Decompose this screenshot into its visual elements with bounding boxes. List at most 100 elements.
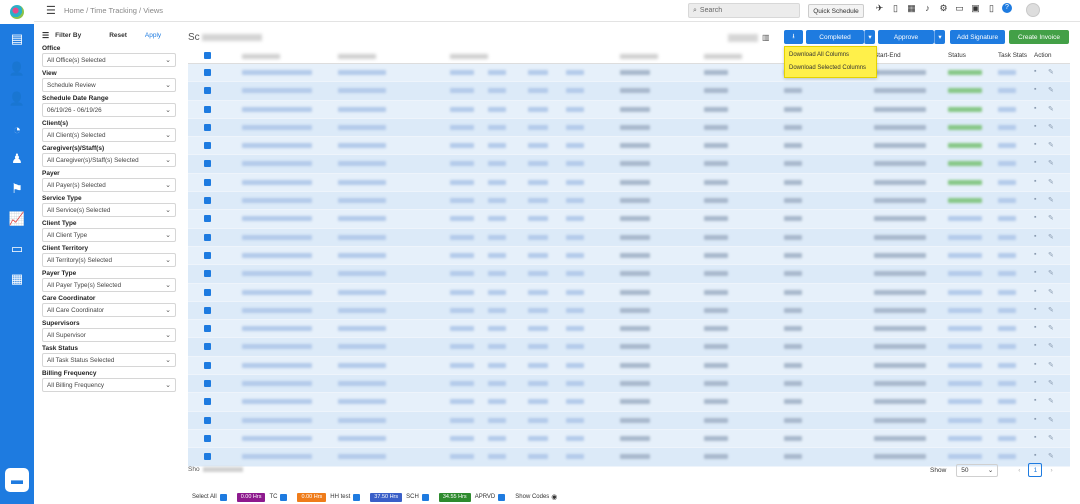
row-checkbox[interactable] bbox=[204, 416, 211, 424]
view-icon[interactable]: ▪ bbox=[1034, 324, 1036, 331]
billing-icon[interactable]: ▭ bbox=[0, 234, 34, 264]
edit-icon[interactable]: ✎ bbox=[1048, 416, 1054, 424]
view-icon[interactable]: ▪ bbox=[1034, 123, 1036, 130]
view-icon[interactable]: ▪ bbox=[1034, 361, 1036, 368]
table-row[interactable]: ▪ ✎ bbox=[188, 137, 1070, 156]
row-checkbox[interactable] bbox=[204, 178, 211, 186]
page-size-select[interactable]: 50 ⌄ bbox=[956, 463, 999, 477]
download-selected-columns-item[interactable]: Download Selected Columns bbox=[785, 62, 876, 75]
view-icon[interactable]: ▪ bbox=[1034, 397, 1036, 404]
view-icon[interactable]: ▪ bbox=[1034, 68, 1036, 75]
row-checkbox[interactable] bbox=[204, 361, 211, 369]
filter-select[interactable]: All Office(s) Selected ⌄ bbox=[42, 53, 176, 67]
columns-icon[interactable]: ▥ bbox=[762, 33, 770, 42]
table-row[interactable]: ▪ ✎ bbox=[188, 155, 1070, 174]
add-signature-button[interactable]: Add Signature bbox=[950, 30, 1005, 44]
completed-button[interactable]: Completed bbox=[806, 30, 864, 44]
rocket-icon[interactable]: ✈ bbox=[874, 3, 885, 14]
row-checkbox[interactable] bbox=[204, 233, 211, 241]
filter-select[interactable]: All Client Type ⌄ bbox=[42, 228, 176, 242]
row-checkbox[interactable] bbox=[204, 215, 211, 223]
time-tracking-icon[interactable]: ◔ bbox=[0, 114, 34, 144]
prev-page-icon[interactable]: ‹ bbox=[1018, 467, 1020, 474]
view-icon[interactable]: ▪ bbox=[1034, 105, 1036, 112]
caregiver-icon[interactable]: 👤 bbox=[0, 84, 34, 114]
show-codes-toggle[interactable]: Show Codes ◉ bbox=[515, 493, 557, 501]
header-start-end[interactable]: Start-End bbox=[874, 52, 901, 59]
view-icon[interactable]: ▪ bbox=[1034, 416, 1036, 423]
view-icon[interactable]: ▪ bbox=[1034, 288, 1036, 295]
view-icon[interactable]: ▪ bbox=[1034, 306, 1036, 313]
table-row[interactable]: ▪ ✎ bbox=[188, 356, 1070, 376]
edit-icon[interactable]: ✎ bbox=[1048, 233, 1054, 241]
messages-icon[interactable]: ▭ bbox=[954, 3, 965, 14]
view-icon[interactable]: ▪ bbox=[1034, 141, 1036, 148]
approve-dropdown-toggle[interactable]: ▾ bbox=[934, 30, 945, 44]
mobile-icon[interactable]: ▯ bbox=[986, 3, 997, 14]
edit-icon[interactable]: ✎ bbox=[1048, 306, 1054, 314]
row-checkbox[interactable] bbox=[204, 123, 211, 131]
client-icon[interactable]: 👤 bbox=[0, 54, 34, 84]
reset-button[interactable]: Reset bbox=[109, 32, 127, 39]
table-row[interactable]: ▪ ✎ bbox=[188, 338, 1070, 357]
row-checkbox[interactable] bbox=[204, 306, 211, 314]
view-icon[interactable]: ▪ bbox=[1034, 196, 1036, 203]
edit-icon[interactable]: ✎ bbox=[1048, 342, 1054, 350]
view-icon[interactable]: ▪ bbox=[1034, 379, 1036, 386]
edit-icon[interactable]: ✎ bbox=[1048, 251, 1054, 259]
bell-icon[interactable]: ♪ bbox=[922, 3, 933, 14]
reports-icon[interactable]: 📈 bbox=[0, 204, 34, 234]
approve-button[interactable]: Approve bbox=[878, 30, 934, 44]
table-row[interactable]: ▪ ✎ bbox=[188, 228, 1070, 247]
row-checkbox[interactable] bbox=[204, 69, 211, 76]
row-checkbox[interactable] bbox=[204, 288, 211, 296]
edit-icon[interactable]: ✎ bbox=[1048, 159, 1054, 167]
edit-icon[interactable]: ✎ bbox=[1048, 123, 1054, 131]
view-icon[interactable]: ▪ bbox=[1034, 86, 1036, 93]
avatar[interactable] bbox=[1026, 3, 1040, 17]
training-icon[interactable]: ⚑ bbox=[0, 174, 34, 204]
filter-select[interactable]: All Client(s) Selected ⌄ bbox=[42, 128, 176, 142]
gear-icon[interactable]: ⚙ bbox=[938, 3, 949, 14]
payroll-icon[interactable]: ▦ bbox=[0, 264, 34, 294]
row-checkbox[interactable] bbox=[204, 87, 211, 95]
select-all-checkbox[interactable] bbox=[219, 493, 227, 501]
document-icon[interactable]: ▯ bbox=[890, 3, 901, 14]
edit-icon[interactable]: ✎ bbox=[1048, 141, 1054, 149]
staff-icon[interactable]: ♟ bbox=[0, 144, 34, 174]
create-invoice-button[interactable]: Create Invoice bbox=[1009, 30, 1069, 44]
view-icon[interactable]: ▪ bbox=[1034, 434, 1036, 441]
apply-button[interactable]: Apply bbox=[145, 32, 161, 39]
legend-checkbox[interactable] bbox=[353, 493, 361, 501]
legend-checkbox[interactable] bbox=[421, 493, 429, 501]
row-checkbox[interactable] bbox=[204, 453, 211, 461]
filter-select[interactable]: All Service(s) Selected ⌄ bbox=[42, 203, 176, 217]
edit-icon[interactable]: ✎ bbox=[1048, 434, 1054, 442]
edit-icon[interactable]: ✎ bbox=[1048, 379, 1054, 387]
row-checkbox[interactable] bbox=[204, 398, 211, 406]
clipboard-icon[interactable]: ▣ bbox=[970, 3, 981, 14]
toolbar-blurred-control[interactable] bbox=[728, 33, 758, 42]
row-checkbox[interactable] bbox=[204, 325, 211, 333]
table-row[interactable]: ▪ ✎ bbox=[188, 173, 1070, 193]
row-checkbox[interactable] bbox=[204, 142, 211, 150]
table-row[interactable]: ▪ ✎ bbox=[188, 283, 1070, 302]
table-row[interactable]: ▪ ✎ bbox=[188, 265, 1070, 284]
table-row[interactable]: ▪ ✎ bbox=[188, 429, 1070, 449]
filter-select[interactable]: All Supervisor ⌄ bbox=[42, 328, 176, 342]
row-checkbox[interactable] bbox=[204, 343, 211, 351]
row-checkbox[interactable] bbox=[204, 434, 211, 442]
table-row[interactable]: ▪ ✎ bbox=[188, 192, 1070, 211]
calendar-icon[interactable]: ▦ bbox=[906, 3, 917, 14]
edit-icon[interactable]: ✎ bbox=[1048, 269, 1054, 277]
filter-select[interactable]: 06/19/26 - 06/19/26 ⌄ bbox=[42, 103, 176, 117]
edit-icon[interactable]: ✎ bbox=[1048, 105, 1054, 113]
filter-select[interactable]: All Task Status Selected ⌄ bbox=[42, 353, 176, 367]
edit-icon[interactable]: ✎ bbox=[1048, 324, 1054, 332]
edit-icon[interactable]: ✎ bbox=[1048, 288, 1054, 296]
filter-select[interactable]: All Caregiver(s)/Staff(s) Selected ⌄ bbox=[42, 153, 176, 167]
chat-icon[interactable]: ▬ bbox=[5, 468, 29, 492]
completed-dropdown-toggle[interactable]: ▾ bbox=[864, 30, 875, 44]
table-row[interactable]: ▪ ✎ bbox=[188, 246, 1070, 266]
edit-icon[interactable]: ✎ bbox=[1048, 361, 1054, 369]
